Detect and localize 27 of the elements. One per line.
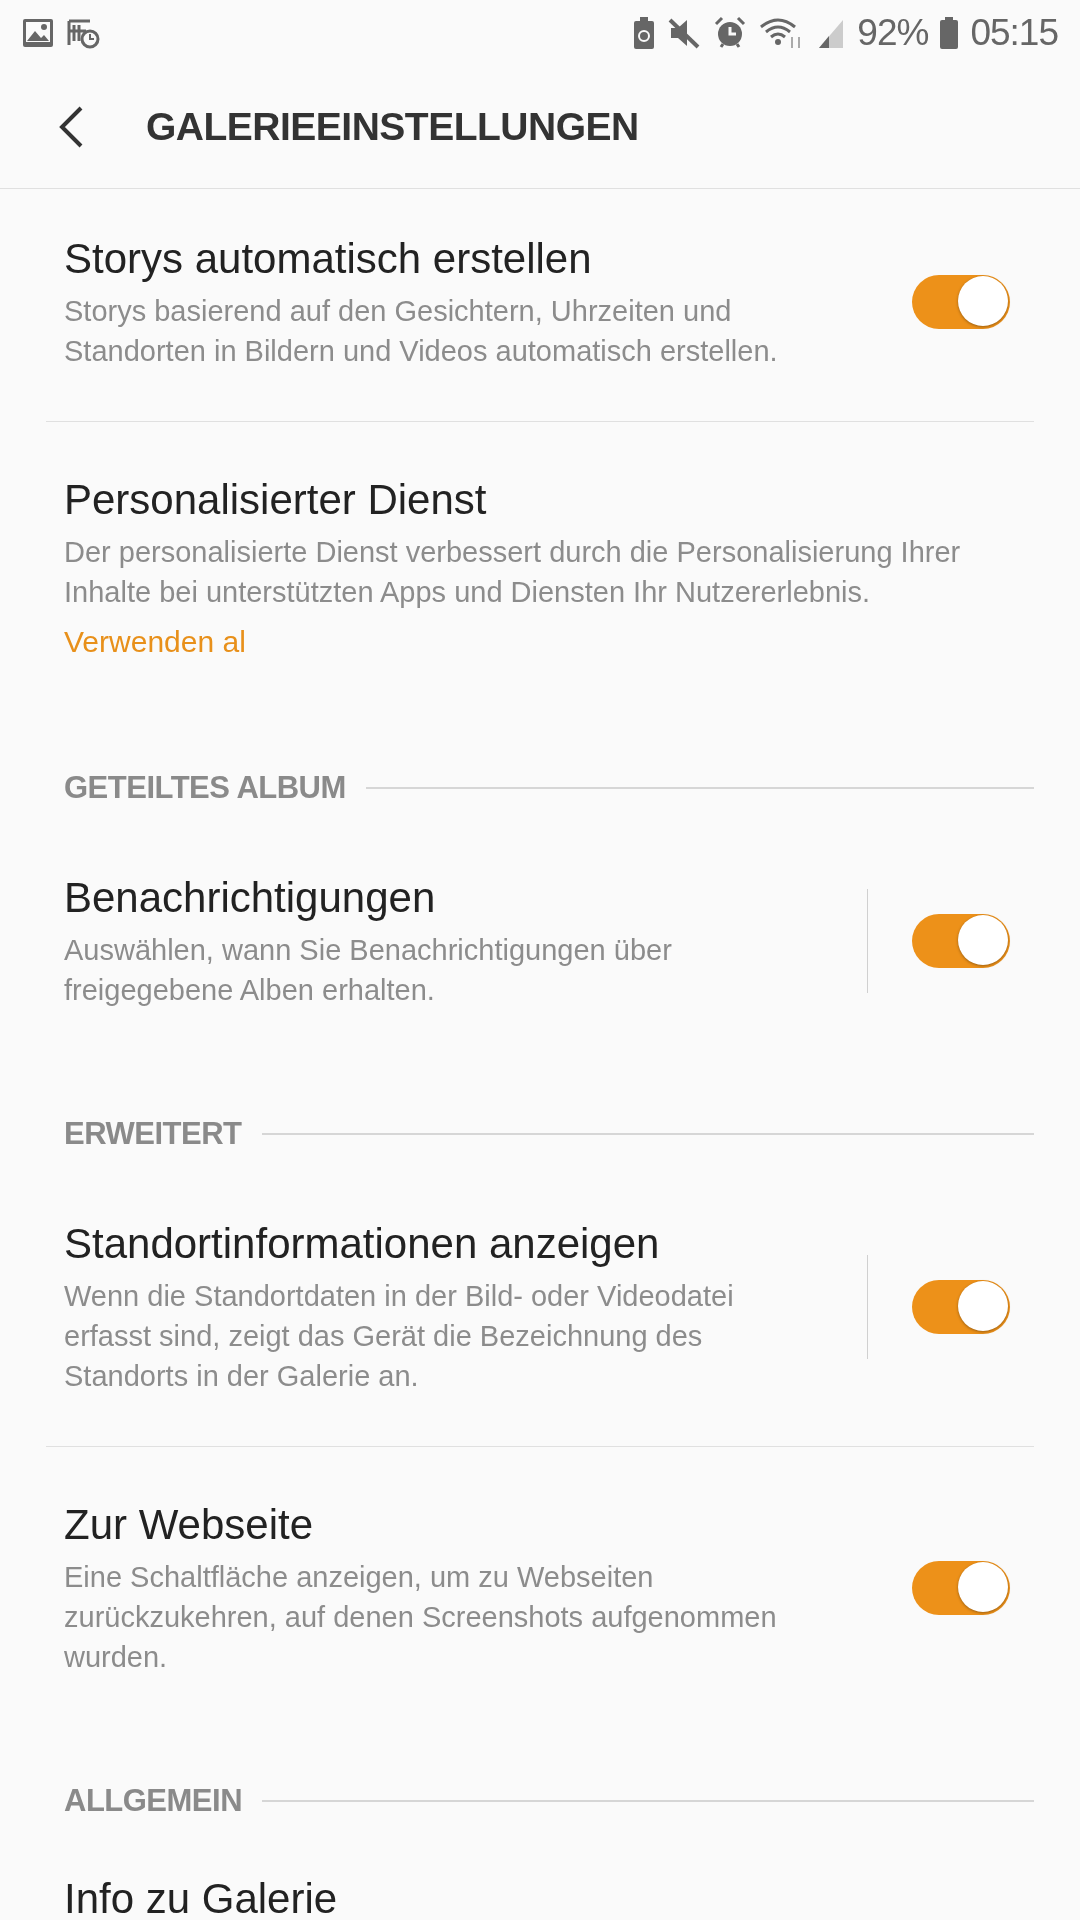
setting-description: Auswählen, wann Sie Benachrichtigungen über freigegebene Alben erhalten.	[64, 933, 673, 1008]
section-header: ERWEITERT	[64, 1116, 242, 1152]
clock: 05:15	[970, 12, 1058, 54]
battery-icon	[940, 17, 959, 49]
signal-icon	[817, 18, 846, 48]
toggle-switch[interactable]	[912, 1561, 1010, 1615]
setting-title[interactable]: Zur Webseite	[64, 1499, 912, 1551]
setting-title[interactable]: Storys automatisch erstellen	[64, 233, 912, 285]
page-title: GALERIEEINSTELLUNGEN	[146, 105, 639, 149]
setting-title[interactable]: Info zu Galerie	[64, 1873, 1010, 1920]
calendar-clock-icon	[66, 17, 100, 49]
toggle-switch[interactable]	[912, 914, 1010, 968]
alarm-icon	[713, 16, 748, 50]
setting-description: Wenn die Standortdaten in der Bild- oder Videodatei erfasst sind, zeigt das Gerät die Bezeichnung des Standorts in der Galerie an.	[64, 1279, 735, 1394]
section-header: GETEILTES ALBUM	[64, 770, 346, 806]
section-header: ALLGEMEIN	[64, 1783, 243, 1819]
toggle-switch[interactable]	[912, 1280, 1010, 1334]
setting-description: Der personalisierte Dienst verbessert durch die Personalisierung Ihrer Inhalte bei unterstützten Apps und Diensten Ihr Nutzererlebnis.	[64, 535, 962, 610]
mute-icon	[667, 17, 702, 49]
setting-title[interactable]: Standortinformationen anzeigen	[64, 1218, 867, 1270]
setting-description: Storys basierend auf den Gesichtern, Uhrzeiten und Standorten in Bildern und Videos automatisch erstellen.	[64, 294, 779, 369]
setting-title[interactable]: Benachrichtigungen	[64, 872, 867, 924]
image-icon	[22, 18, 54, 48]
battery-level: 92%	[857, 12, 929, 54]
toggle-switch[interactable]	[912, 275, 1010, 329]
setting-description: Eine Schaltfläche anzeigen, um zu Webseiten zurückzukehren, auf denen Screenshots aufgenommen wurden.	[64, 1560, 778, 1675]
setting-title[interactable]: Personalisierter Dienst	[64, 474, 1010, 526]
